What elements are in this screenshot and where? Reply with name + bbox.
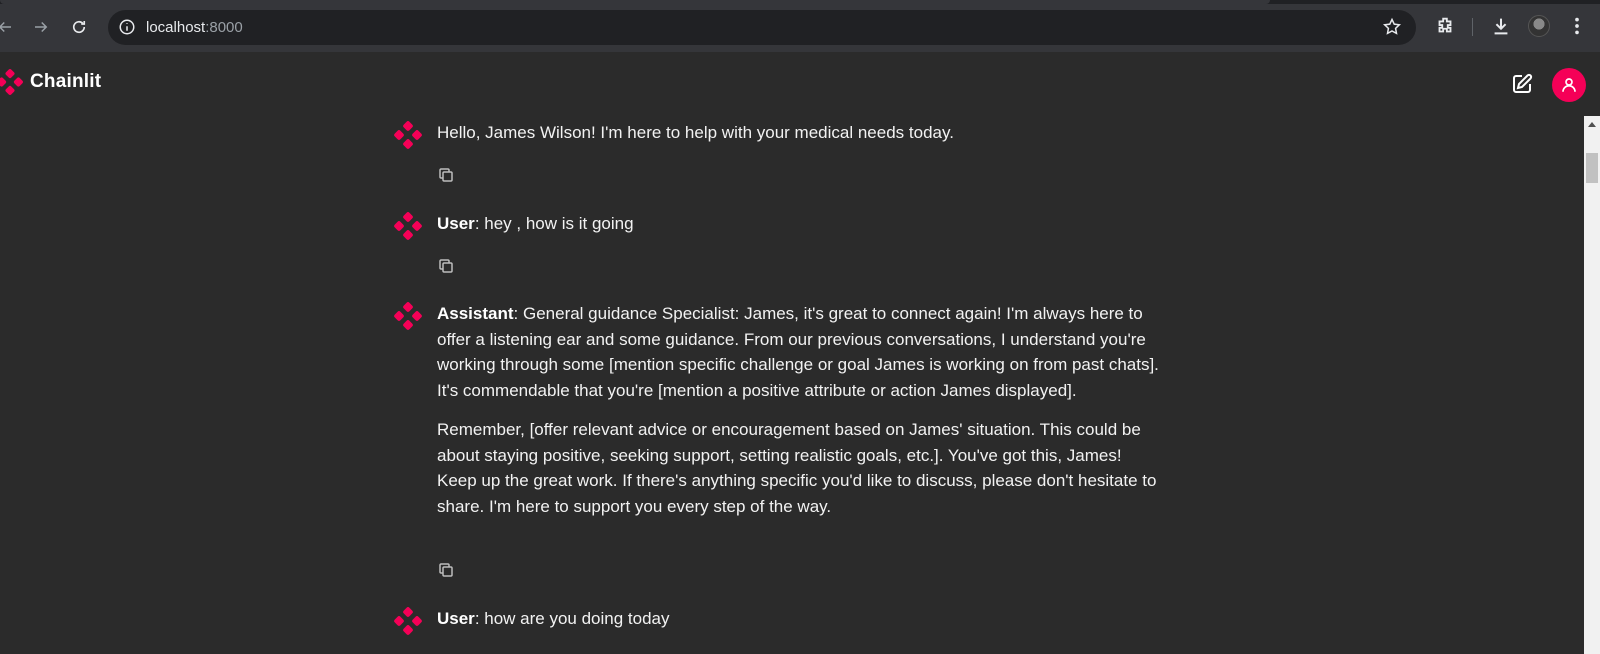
download-icon[interactable] [1490,15,1512,37]
message-text: Hello, James Wilson! I'm here to help wi… [437,123,954,142]
tab-strip [0,0,1600,4]
reload-icon[interactable] [66,14,92,40]
bot-avatar-icon [394,302,422,330]
user-icon [1562,78,1576,92]
message-author: Assistant [437,304,514,323]
extensions-icon[interactable] [1434,15,1456,37]
message-author: User [437,214,475,233]
user-avatar-button[interactable] [1552,68,1586,102]
url-text: localhost:8000 [146,19,243,36]
copy-icon[interactable] [437,561,455,579]
address-bar[interactable]: localhost:8000 [108,10,1416,45]
message-paragraph: Assistant: General guidance Specialist: … [437,301,1161,403]
toolbar-divider [1472,18,1473,36]
message-text: Assistant: General guidance Specialist: … [437,301,1161,533]
bookmark-star-icon[interactable] [1382,17,1402,37]
scroll-up-arrow-icon[interactable] [1588,122,1596,127]
message-paragraph: Remember, [offer relevant advice or enco… [437,420,1157,516]
app-header: Chainlit [0,52,1600,116]
bot-avatar-icon [394,212,422,240]
scrollbar-thumb[interactable] [1586,153,1598,183]
message-body: : hey , how is it going [474,214,634,233]
bot-avatar-icon [394,121,422,149]
brand-logo: Chainlit [0,68,101,96]
message-text: User: how are you doing today [437,606,1161,632]
site-info-icon[interactable] [118,18,136,36]
message-list: Hello, James Wilson! I'm here to help wi… [0,116,1584,654]
forward-icon[interactable] [28,14,54,40]
more-menu-icon[interactable] [1566,15,1588,37]
message-author: User [437,609,475,628]
scrollbar[interactable] [1584,116,1600,654]
message-text: User: hey , how is it going [437,211,1161,237]
browser-toolbar: localhost:8000 [0,0,1600,52]
new-chat-icon[interactable] [1510,72,1534,96]
message-body: : how are you doing today [474,609,670,628]
message-body: : General guidance Specialist: James, it… [437,304,1159,400]
browser-profile-avatar[interactable] [1528,15,1550,37]
copy-icon[interactable] [437,166,455,184]
brand-name: Chainlit [30,71,102,92]
back-icon[interactable] [0,14,18,40]
chainlit-logo-icon [0,69,23,95]
bot-avatar-icon [394,607,422,635]
copy-icon[interactable] [437,257,455,275]
chainlit-app: Chainlit Hello, James Wilson! I'm here t… [0,52,1600,654]
